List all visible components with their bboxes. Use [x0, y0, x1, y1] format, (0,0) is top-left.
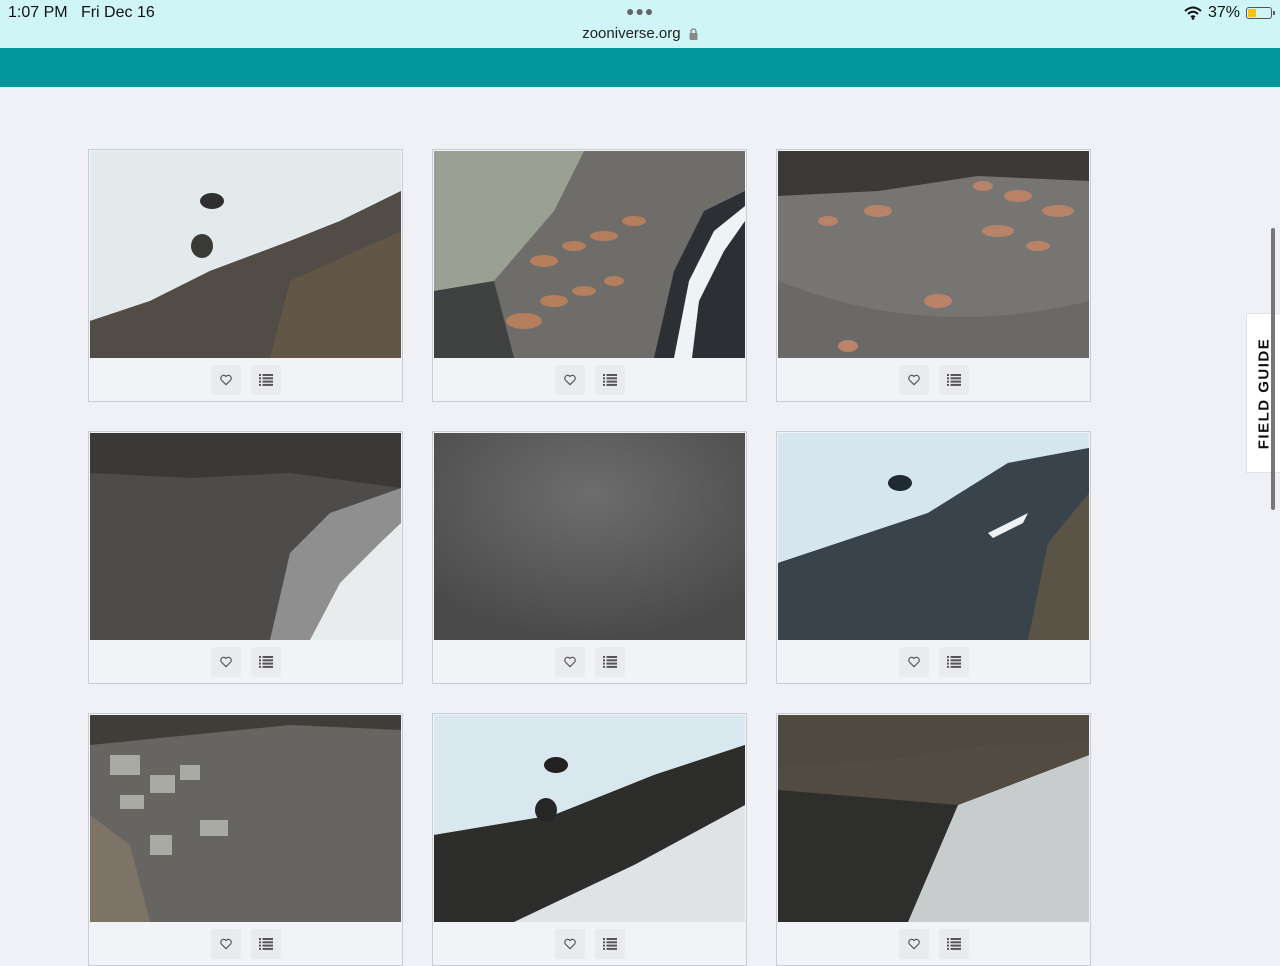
- subject-image[interactable]: [90, 433, 401, 640]
- url-text: zooniverse.org: [582, 25, 681, 42]
- field-guide-label: FIELD GUIDE: [1255, 337, 1273, 449]
- list-icon: [258, 656, 273, 668]
- heart-icon: [219, 656, 232, 668]
- favorite-button[interactable]: [898, 365, 929, 395]
- subject-image[interactable]: [778, 151, 1089, 358]
- subject-actions: [777, 358, 1090, 402]
- collections-button[interactable]: [938, 365, 969, 395]
- scrollbar[interactable]: [1271, 228, 1275, 510]
- status-time: 1:07 PM Fri Dec 16: [8, 4, 155, 21]
- subject-card: [88, 431, 403, 684]
- favorite-button[interactable]: [554, 647, 585, 677]
- ios-status-bar: 1:07 PM Fri Dec 16 ●●● zooniverse.org 37…: [0, 0, 1280, 48]
- list-icon: [602, 656, 617, 668]
- favorite-button[interactable]: [554, 365, 585, 395]
- heart-icon: [563, 938, 576, 950]
- collections-button[interactable]: [938, 647, 969, 677]
- subject-image[interactable]: [434, 151, 745, 358]
- list-icon: [258, 938, 273, 950]
- address-bar[interactable]: zooniverse.org: [0, 25, 1280, 42]
- favorite-button[interactable]: [898, 929, 929, 959]
- collections-button[interactable]: [938, 929, 969, 959]
- subject-image[interactable]: [434, 433, 745, 640]
- collections-button[interactable]: [250, 365, 281, 395]
- subject-actions: [433, 358, 746, 402]
- subject-actions: [433, 640, 746, 684]
- subject-card: [432, 713, 747, 966]
- heart-icon: [219, 374, 232, 386]
- collections-button[interactable]: [594, 365, 625, 395]
- list-icon: [946, 938, 961, 950]
- battery-icon: [1246, 7, 1275, 19]
- list-icon: [258, 374, 273, 386]
- subject-image[interactable]: [434, 715, 745, 922]
- subject-card: [88, 713, 403, 966]
- collections-button[interactable]: [594, 929, 625, 959]
- subject-image[interactable]: [778, 715, 1089, 922]
- collections-button[interactable]: [250, 647, 281, 677]
- lock-icon: [689, 28, 698, 41]
- subject-card: [776, 149, 1091, 402]
- collections-button[interactable]: [594, 647, 625, 677]
- collections-button[interactable]: [250, 929, 281, 959]
- list-icon: [946, 374, 961, 386]
- subject-actions: [777, 640, 1090, 684]
- list-icon: [602, 938, 617, 950]
- battery-percent: 37%: [1207, 4, 1240, 21]
- heart-icon: [563, 374, 576, 386]
- subject-card: [432, 431, 747, 684]
- heart-icon: [563, 656, 576, 668]
- list-icon: [602, 374, 617, 386]
- site-header-bar: [0, 48, 1280, 87]
- subject-actions: [433, 922, 746, 966]
- subject-card: [88, 149, 403, 402]
- heart-icon: [907, 938, 920, 950]
- favorite-button[interactable]: [210, 647, 241, 677]
- subject-card: [776, 713, 1091, 966]
- subject-image[interactable]: [90, 715, 401, 922]
- subject-card: [432, 149, 747, 402]
- status-right-cluster: 37%: [1184, 4, 1275, 22]
- favorite-button[interactable]: [554, 929, 585, 959]
- list-icon: [946, 656, 961, 668]
- subject-actions: [89, 922, 402, 966]
- heart-icon: [907, 656, 920, 668]
- wifi-icon: [1184, 6, 1202, 20]
- subject-image[interactable]: [778, 433, 1089, 640]
- favorite-button[interactable]: [210, 365, 241, 395]
- favorite-button[interactable]: [210, 929, 241, 959]
- heart-icon: [907, 374, 920, 386]
- subject-actions: [89, 358, 402, 402]
- tab-dots-icon[interactable]: ●●●: [626, 4, 654, 18]
- heart-icon: [219, 938, 232, 950]
- subject-card: [776, 431, 1091, 684]
- subject-image[interactable]: [90, 151, 401, 358]
- favorite-button[interactable]: [898, 647, 929, 677]
- subject-actions: [777, 922, 1090, 966]
- subject-actions: [89, 640, 402, 684]
